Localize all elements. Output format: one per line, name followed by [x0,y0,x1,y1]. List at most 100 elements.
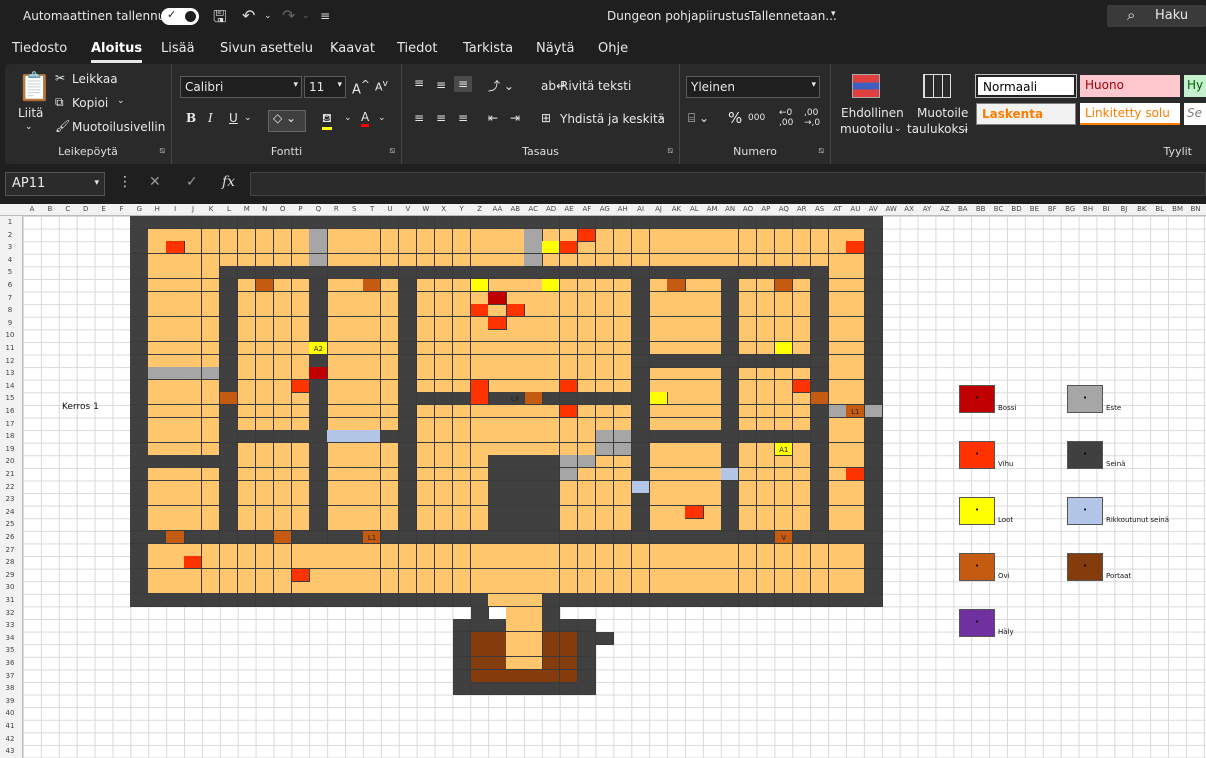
row-header[interactable]: 30 [0,583,20,591]
column-header[interactable]: BN [1187,205,1205,213]
column-header[interactable]: BD [1008,205,1026,213]
column-header[interactable]: AX [900,205,918,213]
row-header[interactable]: 11 [0,344,20,352]
column-header[interactable]: A [23,205,41,213]
conditional-format-line1[interactable]: Ehdollinen [841,106,904,120]
row-header[interactable]: 2 [0,231,20,239]
row-header[interactable]: 41 [0,722,20,730]
column-header[interactable]: AT [829,205,847,213]
column-header[interactable]: BL [1151,205,1169,213]
column-header[interactable]: AV [864,205,882,213]
more-options-icon[interactable]: ⋮ [118,174,132,190]
align-top-icon[interactable]: ≡ [414,76,424,90]
customize-toolbar-icon[interactable]: ≡ [320,9,330,23]
row-header[interactable]: 16 [0,407,20,415]
format-painter-icon[interactable]: 🖌 [55,119,70,133]
column-header[interactable]: T [363,205,381,213]
insert-function-icon[interactable]: fx [222,174,235,190]
copy-dropdown-icon[interactable]: ⌄ [117,96,125,106]
row-header[interactable]: 25 [0,520,20,528]
column-header[interactable]: B [41,205,59,213]
column-header[interactable]: Y [453,205,471,213]
merge-center-button[interactable]: Yhdistä ja keskitä [560,112,665,126]
column-header[interactable]: BF [1043,205,1061,213]
underline-dropdown-icon[interactable]: ⌄ [244,113,252,123]
column-header[interactable]: BJ [1115,205,1133,213]
column-header[interactable]: BK [1133,205,1151,213]
font-color-icon[interactable]: A [361,110,370,127]
tab-insert[interactable]: Lisää [161,41,195,56]
format-table-dropdown-icon[interactable]: ⌄ [962,124,970,134]
decrease-font-icon[interactable]: Av [375,78,388,94]
comma-style-icon[interactable]: 000 [748,113,765,123]
conditional-format-icon[interactable] [852,74,880,98]
column-header[interactable]: X [435,205,453,213]
font-size-combo[interactable]: 11 ▾ [304,76,346,98]
alignment-launcher-icon[interactable]: ⧅ [667,146,673,156]
column-header[interactable]: AN [721,205,739,213]
column-header[interactable]: BM [1169,205,1187,213]
row-header[interactable]: 24 [0,508,20,516]
copy-button[interactable]: Kopioi [72,96,108,110]
align-right-icon[interactable]: ≡ [458,111,468,125]
column-header[interactable]: K [202,205,220,213]
row-header[interactable]: 42 [0,735,20,743]
format-table-icon[interactable] [923,74,951,98]
column-header[interactable]: AZ [936,205,954,213]
format-table-line1[interactable]: Muotoile [917,106,968,120]
cut-button[interactable]: Leikkaa [72,72,118,86]
tab-view[interactable]: Näytä [536,41,574,56]
column-header[interactable]: H [148,205,166,213]
column-header[interactable]: S [345,205,363,213]
conditional-dropdown-icon[interactable]: ⌄ [894,124,902,134]
row-header[interactable]: 14 [0,382,20,390]
column-header[interactable]: J [184,205,202,213]
save-icon[interactable]: 🖫 [213,6,227,33]
column-header[interactable]: AQ [775,205,793,213]
font-color-dropdown-icon[interactable]: ⌄ [378,113,386,123]
row-header[interactable]: 13 [0,369,20,377]
clipboard-launcher-icon[interactable]: ⧅ [159,146,165,156]
column-header[interactable]: Q [309,205,327,213]
column-header[interactable]: AE [560,205,578,213]
increase-font-icon[interactable]: A^ [352,78,370,97]
column-header[interactable]: D [77,205,95,213]
number-format-combo[interactable]: Yleinen ▾ [686,76,820,98]
row-header[interactable]: 38 [0,684,20,692]
column-header[interactable]: G [130,205,148,213]
column-header[interactable]: M [238,205,256,213]
row-header[interactable]: 6 [0,281,20,289]
autosave-toggle[interactable]: ✓ [161,8,199,25]
column-header[interactable]: AY [918,205,936,213]
underline-icon[interactable]: U [229,111,238,125]
style-good[interactable]: Hy [1184,75,1206,97]
column-header[interactable]: AD [542,205,560,213]
formula-input[interactable] [250,172,1206,196]
align-left-icon[interactable]: ≡ [414,111,424,125]
paste-dropdown-icon[interactable]: ⌄ [25,122,33,132]
column-header[interactable]: F [113,205,131,213]
title-dropdown-icon[interactable]: ▾ [831,9,836,19]
row-header[interactable]: 19 [0,445,20,453]
column-header[interactable]: AJ [650,205,668,213]
font-launcher-icon[interactable]: ⧅ [389,146,395,156]
style-explanatory[interactable]: Se [1184,103,1206,125]
row-header[interactable]: 12 [0,357,20,365]
increase-decimal-icon[interactable]: ←0,00 [779,108,793,128]
column-header[interactable]: E [95,205,113,213]
bold-icon[interactable]: B [186,111,196,125]
column-header[interactable]: V [399,205,417,213]
column-header[interactable]: AL [685,205,703,213]
column-header[interactable]: AO [739,205,757,213]
row-header[interactable]: 23 [0,495,20,503]
row-header[interactable]: 18 [0,432,20,440]
row-header[interactable]: 26 [0,533,20,541]
column-header[interactable]: AS [811,205,829,213]
row-header[interactable]: 10 [0,331,20,339]
column-header[interactable]: Z [471,205,489,213]
style-linked-cell[interactable]: Linkitetty solu [1080,103,1180,125]
row-header[interactable]: 39 [0,697,20,705]
row-header[interactable]: 3 [0,243,20,251]
orientation-icon[interactable]: ⤴ ⌄ [488,77,514,94]
style-calculation[interactable]: Laskenta [976,103,1076,125]
